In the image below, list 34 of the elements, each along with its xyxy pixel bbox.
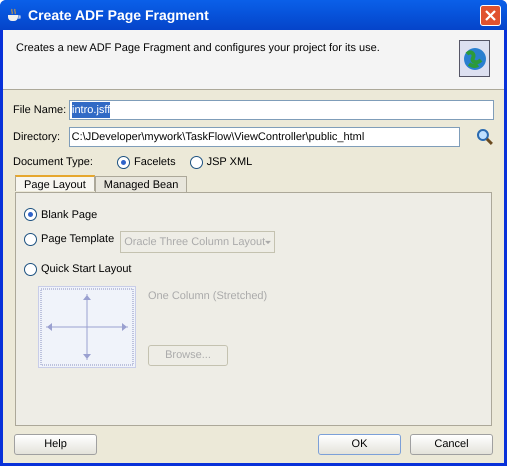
document-type-label: Document Type: (13, 155, 94, 170)
dialog-button[interactable]: OK (318, 434, 401, 454)
file-name-label: File Name: (13, 102, 63, 118)
radio-button[interactable] (24, 208, 37, 222)
search-icon[interactable] (476, 128, 494, 146)
radio-option[interactable]: Quick Start Layout (24, 261, 132, 278)
radio-label: Blank Page (41, 208, 98, 222)
radio-label: Facelets (134, 155, 176, 170)
dropdown-arrow-icon (265, 240, 272, 244)
tab[interactable]: Page Layout (15, 174, 95, 190)
description-text: Creates a new ADF Page Fragment and configures your project for its use. (16, 41, 380, 56)
radio-button[interactable] (24, 262, 37, 276)
radio-label: JSP XML (206, 155, 252, 170)
layout-name-text: One Column (Stretched) (148, 288, 268, 304)
radio-option[interactable]: Blank Page (24, 206, 98, 223)
radio-label: Quick Start Layout (41, 262, 132, 277)
radio-button[interactable] (24, 232, 37, 246)
dialog-button[interactable]: Cancel (410, 434, 493, 454)
dialog-button[interactable]: Help (14, 434, 97, 454)
window-title: Create ADF Page Fragment (28, 6, 210, 25)
tab[interactable]: Managed Bean (94, 176, 188, 192)
radio-option[interactable]: JSP XML (190, 154, 252, 170)
radio-button[interactable] (117, 156, 130, 169)
radio-option[interactable]: Facelets (117, 154, 176, 170)
globe-icon (459, 40, 491, 78)
directory-field[interactable]: C:\JDeveloper\mywork\TaskFlow\ViewController\public_html (68, 127, 460, 147)
file-name-field[interactable]: intro.jsff (69, 100, 494, 120)
radio-button[interactable] (190, 156, 203, 169)
radio-option[interactable]: Page Template (24, 231, 114, 248)
directory-label: Directory: (13, 130, 62, 145)
close-icon (485, 10, 496, 20)
radio-label: Page Template (41, 232, 114, 247)
coffee-cup-icon (6, 7, 22, 23)
close-button[interactable] (480, 4, 501, 26)
